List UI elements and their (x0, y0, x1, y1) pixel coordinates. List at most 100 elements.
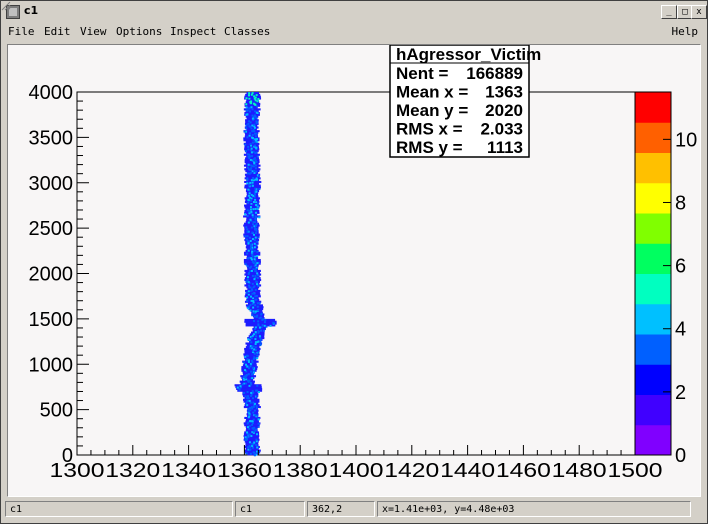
heatmap-bin (255, 270, 258, 273)
y-tick-label: 2500 (29, 218, 74, 240)
menu-inspect[interactable]: Inspect (170, 25, 216, 38)
stats-title: hAgressor_Victim (396, 45, 541, 64)
heatmap-bin (247, 249, 250, 252)
histogram-plot[interactable]: 1300 1320 1340 1360 1380 1400 1420 1440 1460 1480… (8, 45, 700, 496)
heatmap-bin (255, 204, 258, 207)
heatmap-bin (250, 359, 253, 362)
heatmap-bin (255, 151, 258, 154)
heatmap-bin (254, 326, 257, 329)
heatmap-bin (249, 295, 252, 298)
heatmap-bin (253, 97, 256, 100)
heatmap-bin (255, 450, 258, 453)
heatmap-bin (245, 373, 248, 376)
y-tick-label: 1000 (29, 354, 74, 376)
menu-options[interactable]: Options (116, 25, 162, 38)
heatmap-bin (246, 179, 249, 182)
heatmap-bin (241, 383, 244, 386)
heatmap-bin (247, 194, 250, 197)
heatmap-bin (247, 290, 250, 293)
menu-edit[interactable]: Edit (44, 25, 71, 38)
y-tick-label: 1500 (29, 309, 74, 331)
heatmap-bin (256, 250, 259, 253)
heatmap-bin (245, 363, 248, 366)
heatmap-bin (258, 188, 261, 191)
x-tick-label: 1360 (217, 460, 272, 482)
heatmap-bin (249, 448, 252, 451)
heatmap-bin (255, 428, 258, 431)
canvas[interactable]: 1300 1320 1340 1360 1380 1400 1420 1440 1460 1480… (7, 44, 701, 497)
heatmap-bin (250, 341, 253, 344)
heatmap-bin (256, 446, 259, 449)
heatmap-bin (249, 199, 252, 202)
heatmap-bin (249, 286, 252, 289)
heatmap-bin (264, 318, 267, 321)
menu-file[interactable]: File (8, 25, 35, 38)
heatmap-bin (256, 354, 259, 357)
heatmap-bin (256, 314, 259, 317)
menu-help[interactable]: Help (672, 25, 699, 38)
heatmap-bin (249, 218, 252, 221)
heatmap-bin (253, 426, 256, 429)
heatmap-bin (244, 369, 247, 372)
heatmap-bin (253, 233, 256, 236)
heatmap-bin (254, 115, 257, 118)
y-tick-label: 3000 (29, 173, 74, 195)
heatmap-bin (250, 106, 253, 109)
heatmap-bin (250, 243, 253, 246)
stats-value: 2020 (485, 101, 523, 120)
heatmap-bin (249, 142, 252, 145)
heatmap-bin (255, 120, 258, 123)
heatmap-bin (251, 446, 254, 449)
heatmap-bin (256, 283, 259, 286)
status-object: c1 (235, 501, 305, 517)
heatmap-bin (248, 210, 251, 213)
heatmap-bin (255, 201, 258, 204)
heatmap-bin (255, 335, 258, 338)
heatmap-bin (253, 315, 256, 318)
resize-grip-icon[interactable] (1, 1, 11, 11)
heatmap-bin (250, 202, 253, 205)
heatmap-bin (249, 452, 252, 455)
heatmap-bin (246, 431, 249, 434)
heatmap-bin (249, 240, 252, 243)
heatmap-bin (246, 235, 249, 238)
close-button[interactable]: x (691, 5, 707, 19)
x-tick-label: 1320 (105, 460, 160, 482)
heatmap-bin (244, 436, 247, 439)
heatmap-bin (254, 255, 257, 258)
heatmap-bin (244, 213, 247, 216)
heatmap-bin (251, 282, 254, 285)
menu-view[interactable]: View (80, 25, 107, 38)
heatmap-bin (247, 360, 250, 363)
palette-swatch (635, 182, 671, 214)
heatmap-bin (246, 400, 249, 403)
heatmap-bin (248, 399, 251, 402)
minimize-button[interactable]: _ (661, 5, 677, 19)
heatmap-bin (257, 340, 260, 343)
heatmap-bin (250, 179, 253, 182)
heatmap-bin (246, 166, 249, 169)
heatmap-bin (248, 110, 251, 113)
heatmap-bin (253, 239, 256, 242)
heatmap-bin (246, 182, 249, 185)
heatmap-bin (247, 396, 250, 399)
heatmap-bin (246, 265, 249, 268)
heatmap-bin (260, 329, 263, 332)
heatmap-bin (245, 157, 259, 160)
heatmap-bin (246, 436, 249, 439)
heatmap-bin (244, 168, 261, 171)
heatmap-bin (246, 390, 249, 393)
heatmap-bin (252, 150, 255, 153)
heatmap-bin (251, 108, 254, 111)
title-bar[interactable]: c1 _ □ x (2, 2, 707, 20)
heatmap-bin (246, 299, 249, 302)
heatmap-bin (236, 386, 239, 389)
heatmap-bin (254, 215, 257, 218)
heatmap-bin (260, 312, 263, 315)
heatmap-bin (259, 340, 262, 343)
heatmap-bin (252, 102, 255, 105)
heatmap-bin (245, 109, 248, 112)
menu-classes[interactable]: Classes (224, 25, 270, 38)
heatmap-bin (246, 172, 249, 175)
heatmap-bin (247, 395, 250, 398)
